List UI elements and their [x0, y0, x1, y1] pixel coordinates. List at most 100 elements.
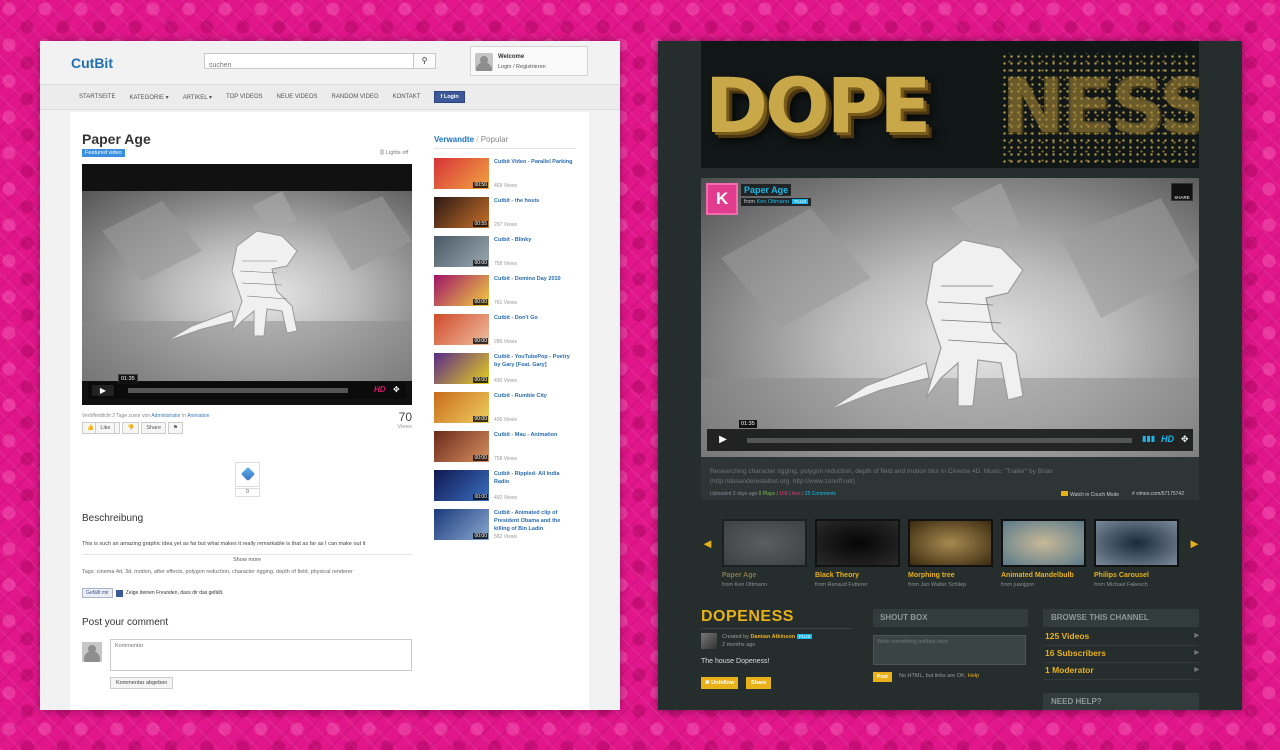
related-video-item[interactable]: 00:55 Cutbit - the hosts 297 Views	[434, 197, 584, 231]
like-button[interactable]: 👍 Like	[82, 422, 121, 434]
progress-bar[interactable]	[128, 388, 348, 393]
browse-videos-link[interactable]: 125 Videos ▶	[1043, 629, 1199, 646]
author-link[interactable]: Ken Ottmann	[757, 199, 789, 205]
fullscreen-icon[interactable]: ✥	[1181, 434, 1189, 445]
carousel-thumbnail[interactable]	[815, 519, 900, 567]
related-video-item[interactable]: 00:00 Cutbit - YouTubePop - Poetry by Gar…	[434, 353, 584, 387]
related-thumbnail[interactable]: 00:50	[434, 158, 489, 189]
play-icon[interactable]: ▶	[92, 385, 114, 396]
carousel-title[interactable]: Morphing tree	[908, 572, 955, 579]
carousel-title[interactable]: Paper Age	[722, 572, 756, 579]
vimeo-player[interactable]: Paper Age from Ken Ottmann PLUS SHARE ▶ …	[701, 178, 1199, 457]
related-video-item[interactable]: 00:50 Cutbit Video - Parallel Parking 469 …	[434, 158, 584, 192]
help-link[interactable]: Help	[968, 673, 979, 679]
search-input[interactable]	[205, 58, 413, 73]
carousel-title[interactable]: Black Theory	[815, 572, 859, 579]
related-video-item[interactable]: 00:00 Cutbit - Blinky 758 Views	[434, 236, 584, 270]
related-thumbnail[interactable]: 00:00	[434, 236, 489, 267]
hd-toggle[interactable]: HD	[1161, 434, 1174, 444]
carousel-next-icon[interactable]: ►	[1188, 536, 1201, 551]
tab-related[interactable]: Verwandte	[434, 135, 474, 144]
nav-top-videos[interactable]: TOP VIDEOS	[226, 94, 262, 100]
related-thumbnail[interactable]: 00:00	[434, 392, 489, 423]
related-title[interactable]: Cutbit - Mau - Animation	[494, 431, 576, 439]
carousel-thumbnail[interactable]	[722, 519, 807, 567]
fullscreen-icon[interactable]: ✥	[393, 385, 400, 394]
related-video-item[interactable]: 00:00 Cutbit - Animated clip of President…	[434, 509, 584, 543]
carousel-title[interactable]: Animated Mandelbulb	[1001, 572, 1074, 579]
post-button[interactable]: Post	[873, 672, 892, 682]
creator-avatar[interactable]	[701, 633, 717, 649]
related-duration: 00:00	[473, 260, 488, 266]
related-thumbnail[interactable]: 00:00	[434, 275, 489, 306]
video-player[interactable]: 01:35 ▶ HD ✥	[82, 164, 412, 405]
carousel-thumbnail[interactable]	[1001, 519, 1086, 567]
unfollow-button[interactable]: ✖ Unfollow	[701, 677, 739, 689]
related-thumbnail[interactable]: 00:55	[434, 197, 489, 228]
nav-startseite[interactable]: STARTSEITE	[79, 94, 115, 100]
related-video-item[interactable]: 00:00 Cutbit - Don't Go 289 Views	[434, 314, 584, 348]
play-icon[interactable]: ▶	[707, 429, 739, 451]
related-thumbnail[interactable]: 00:00	[434, 470, 489, 501]
facebook-like-button[interactable]: Gefällt mir	[82, 588, 113, 598]
carousel-thumbnail[interactable]	[908, 519, 993, 567]
related-title[interactable]: Cutbit - Blinky	[494, 236, 576, 244]
couch-mode-link[interactable]: Watch in Couch Mode	[1061, 491, 1119, 498]
related-duration: 00:00	[473, 455, 488, 461]
related-video-item[interactable]: 00:00 Cutbit - Domino Day 2010 761 Views	[434, 275, 584, 309]
nav-neue-videos[interactable]: NEUE VIDEOS	[277, 94, 318, 100]
submit-comment-button[interactable]: Kommentar abgeben	[110, 677, 174, 689]
nav-random-video[interactable]: RANDOM VIDEO	[332, 94, 379, 100]
search-icon[interactable]: ⚲	[413, 54, 435, 68]
related-video-item[interactable]: 00:00 Cutbit - Mau - Animation 758 Views	[434, 431, 584, 465]
login-register-link[interactable]: Login / Registrieren	[498, 64, 546, 70]
browse-subscribers-link[interactable]: 16 Subscribers ▶	[1043, 646, 1199, 663]
related-title[interactable]: Cutbit - the hosts	[494, 197, 576, 205]
related-thumbnail[interactable]: 00:00	[434, 353, 489, 384]
hd-toggle[interactable]: HD	[374, 385, 386, 394]
meta-author-link[interactable]: Administrator	[151, 413, 180, 419]
related-thumbnail[interactable]: 00:00	[434, 314, 489, 345]
facebook-login-button[interactable]: f Login	[434, 91, 465, 103]
comments-link[interactable]: 25 Comments	[805, 491, 836, 497]
related-title[interactable]: Cutbit - YouTubePop - Poetry by Gary [Fe…	[494, 353, 576, 369]
carousel-prev-icon[interactable]: ◄	[701, 536, 714, 551]
related-title[interactable]: Cutbit - Animated clip of President Obam…	[494, 509, 576, 533]
related-title[interactable]: Cutbit Video - Parallel Parking	[494, 158, 576, 166]
flag-button[interactable]: ⚑	[168, 422, 183, 434]
dislike-button[interactable]: 👎	[122, 422, 140, 434]
share-button[interactable]: Share	[141, 422, 167, 434]
related-title[interactable]: Cutbit - Domino Day 2010	[494, 275, 576, 283]
comment-input[interactable]	[110, 639, 412, 671]
related-thumbnail[interactable]: 00:00	[434, 431, 489, 462]
related-video-item[interactable]: 00:00 Cutbit - Rumble City 436 Views	[434, 392, 584, 426]
browse-moderator-link[interactable]: 1 Moderator ▶	[1043, 663, 1199, 680]
creator-link[interactable]: Damian Atkinson	[750, 634, 795, 640]
tab-popular[interactable]: Popular	[481, 135, 509, 144]
related-title[interactable]: Cutbit - Don't Go	[494, 314, 576, 322]
nav-kontakt[interactable]: KONTAKT	[393, 94, 421, 100]
share-button[interactable]: Share	[746, 677, 772, 689]
share-icon[interactable]: SHARE	[1171, 183, 1193, 201]
shoutbox-input[interactable]	[873, 635, 1026, 665]
carousel-thumbnail[interactable]	[1094, 519, 1179, 567]
likes-link[interactable]: 169 Likes	[779, 491, 800, 497]
video-title-link[interactable]: Paper Age	[741, 184, 792, 196]
meta-category-link[interactable]: Animation	[187, 413, 209, 419]
related-thumbnail[interactable]: 00:00	[434, 509, 489, 540]
lights-off-button[interactable]: Lights off	[380, 149, 408, 156]
carousel-title[interactable]: Philips Carousel	[1094, 572, 1149, 579]
related-title[interactable]: Cutbit - Rumble City	[494, 392, 576, 400]
nav-artikel[interactable]: ARTIKEL ▾	[183, 94, 212, 101]
show-more-link[interactable]: Show more	[82, 554, 412, 563]
nav-kategorie[interactable]: KATEGORIE ▾	[129, 94, 168, 101]
related-video-item[interactable]: 00:00 Cutbit - Rippled- All India Radio 49…	[434, 470, 584, 504]
volume-icon[interactable]: ▮▮▮	[1142, 434, 1155, 443]
main-content: Paper Age Featured video Lights off 01:3…	[70, 112, 589, 710]
channel-logo[interactable]	[706, 183, 738, 215]
vimeo-url-link[interactable]: # vimeo.com/57175742	[1132, 491, 1184, 497]
progress-bar[interactable]	[747, 438, 1132, 443]
site-logo[interactable]: CutBit	[71, 55, 113, 71]
related-title[interactable]: Cutbit - Rippled- All India Radio	[494, 470, 576, 486]
share-widget-icon[interactable]	[235, 462, 260, 487]
